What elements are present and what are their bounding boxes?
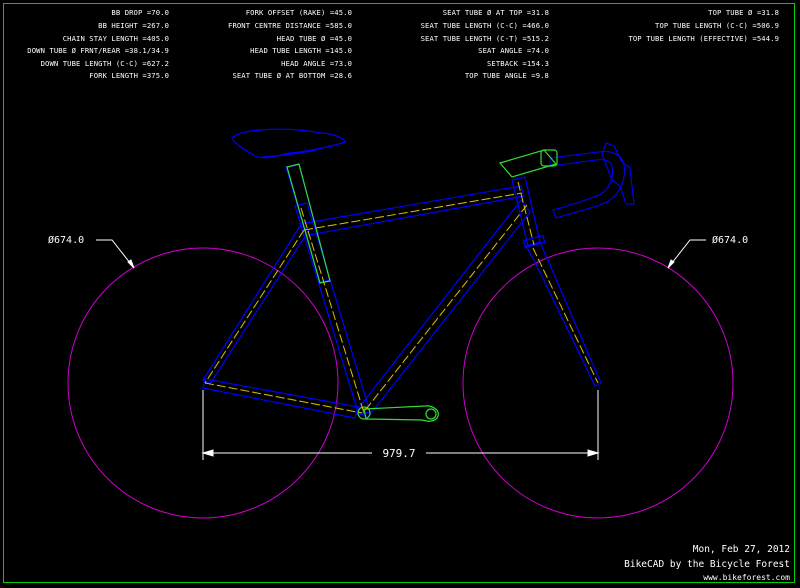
seatpost-outline [286,163,331,284]
rear-wheel-arrow [127,259,135,269]
seat-post [285,164,331,283]
front-wheel-diameter-label: Ø674.0 [712,234,748,246]
top-tube [299,185,525,237]
wheelbase-arrow-right [587,449,600,457]
rear-wheel-diameter-label: Ø674.0 [48,234,84,246]
front-wheel-arrow [667,259,675,269]
down-tube [356,199,531,418]
crank-arm [363,405,439,422]
rear-wheel-dimension [96,239,135,269]
chain-stay-centerline [204,382,363,414]
brake-lever [601,142,635,205]
fork [525,241,602,387]
drawing-credit: BikeCAD by the Bicycle Forest [624,559,790,570]
wheelbase-label: 979.7 [382,447,415,460]
handlebar [549,150,625,219]
down-tube-centerline [362,204,528,414]
stem-clamp [540,149,558,167]
components [286,149,558,422]
front-wheel-dimension [667,239,706,269]
drawing-canvas: BB DROP =70.0 BB HEIGHT =267.0 CHAIN STA… [0,0,800,588]
drawing-date: Mon, Feb 27, 2012 [692,544,790,555]
seat-tube-centerline [300,207,365,414]
drawing-url[interactable]: www.bikeforest.com [703,573,790,582]
saddle [232,128,346,159]
fork-centerline [532,247,599,384]
bike-drawing: Ø674.0 Ø674.0 979.7 [48,128,748,519]
wheelbase-arrow-left [201,449,214,457]
seat-stay-centerline [204,229,305,384]
top-tube-centerline [303,192,523,231]
rear-wheel [67,247,339,519]
rear-wheel-leader [96,239,135,269]
pedal-spindle [425,408,437,420]
front-wheel-leader [667,239,706,269]
frame-tubes [202,164,602,419]
stem [498,149,558,178]
centerlines [204,181,599,414]
